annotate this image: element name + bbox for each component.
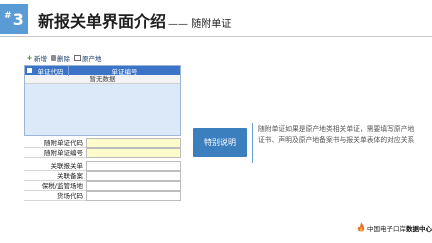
related-record-input[interactable] [86, 171, 181, 181]
page-title-wrap: 新报关单界面介绍 —— 随附单证 [38, 8, 231, 32]
field-row-bonded-site: 保税/监管场地 [24, 181, 181, 191]
document-icon [74, 55, 81, 61]
special-note-badge: 特别说明 [193, 128, 247, 157]
related-declaration-input[interactable] [86, 161, 181, 171]
delete-button[interactable]: 删除 [51, 53, 70, 63]
yard-code-label: 货场代码 [57, 192, 83, 200]
flame-logo-icon [357, 222, 365, 232]
slide-number-hash: # [4, 11, 12, 21]
page-title: 新报关单界面介绍 [38, 12, 167, 31]
trash-icon [51, 55, 56, 61]
origin-button-label: 原产地 [82, 55, 102, 63]
origin-button[interactable]: 原产地 [74, 53, 102, 63]
page-subtitle: —— 随附单证 [168, 19, 232, 30]
footer-brand-prefix: 中国电子口岸 [367, 225, 406, 233]
grid-header-doc-code[interactable]: 单证代码 [33, 65, 69, 76]
bonded-site-label: 保税/监管场地 [41, 182, 83, 190]
callout-divider [252, 123, 253, 163]
attached-documents-form: + 新增 删除 原产地 单证代码 单证编号 暂无数据 随附单证代码 随附单证编号 [24, 52, 181, 206]
doc-code-label: 随附单证代码 [44, 139, 83, 147]
doc-number-input[interactable] [86, 148, 181, 158]
field-row-doc-code: 随附单证代码 [24, 138, 181, 148]
grid-header: 单证代码 单证编号 [25, 65, 180, 76]
special-note-text: 随附单证如果是原产地类相关单证，需要填写原产地证书、声明及原产地备案书与报关单表… [258, 125, 415, 144]
bonded-site-input[interactable] [86, 181, 181, 191]
yard-code-input[interactable] [86, 191, 181, 201]
footer-brand-highlight: 数据中心 [406, 225, 432, 233]
field-row-related-declaration: 关联报关单 [24, 161, 181, 171]
field-row-doc-number: 随附单证编号 [24, 148, 181, 158]
doc-number-label: 随附单证编号 [44, 149, 83, 157]
select-all-checkbox[interactable] [25, 66, 33, 75]
footer-brand: 中国电子口岸数据中心 [367, 223, 432, 233]
grid-empty-message: 暂无数据 [25, 75, 180, 84]
slide-number-badge: # 3 [0, 4, 28, 34]
grid-header-doc-number[interactable]: 单证编号 [69, 66, 180, 76]
doc-code-input[interactable] [86, 138, 181, 148]
slide-number: 3 [12, 9, 24, 29]
delete-button-label: 删除 [57, 55, 70, 63]
field-row-yard-code: 货场代码 [24, 191, 181, 201]
field-row-related-record: 关联备案 [24, 171, 181, 181]
plus-icon: + [26, 53, 33, 62]
detail-fields: 随附单证代码 随附单证编号 关联报关单 关联备案 保税/监管场地 货场代码 [24, 138, 181, 201]
related-record-label: 关联备案 [57, 172, 83, 180]
add-button-label: 新增 [34, 55, 47, 63]
documents-grid: 单证代码 单证编号 暂无数据 [24, 65, 181, 136]
add-button[interactable]: + 新增 [26, 53, 47, 63]
related-declaration-label: 关联报关单 [50, 162, 84, 170]
header-divider [0, 36, 432, 37]
form-toolbar: + 新增 删除 原产地 [24, 52, 181, 64]
